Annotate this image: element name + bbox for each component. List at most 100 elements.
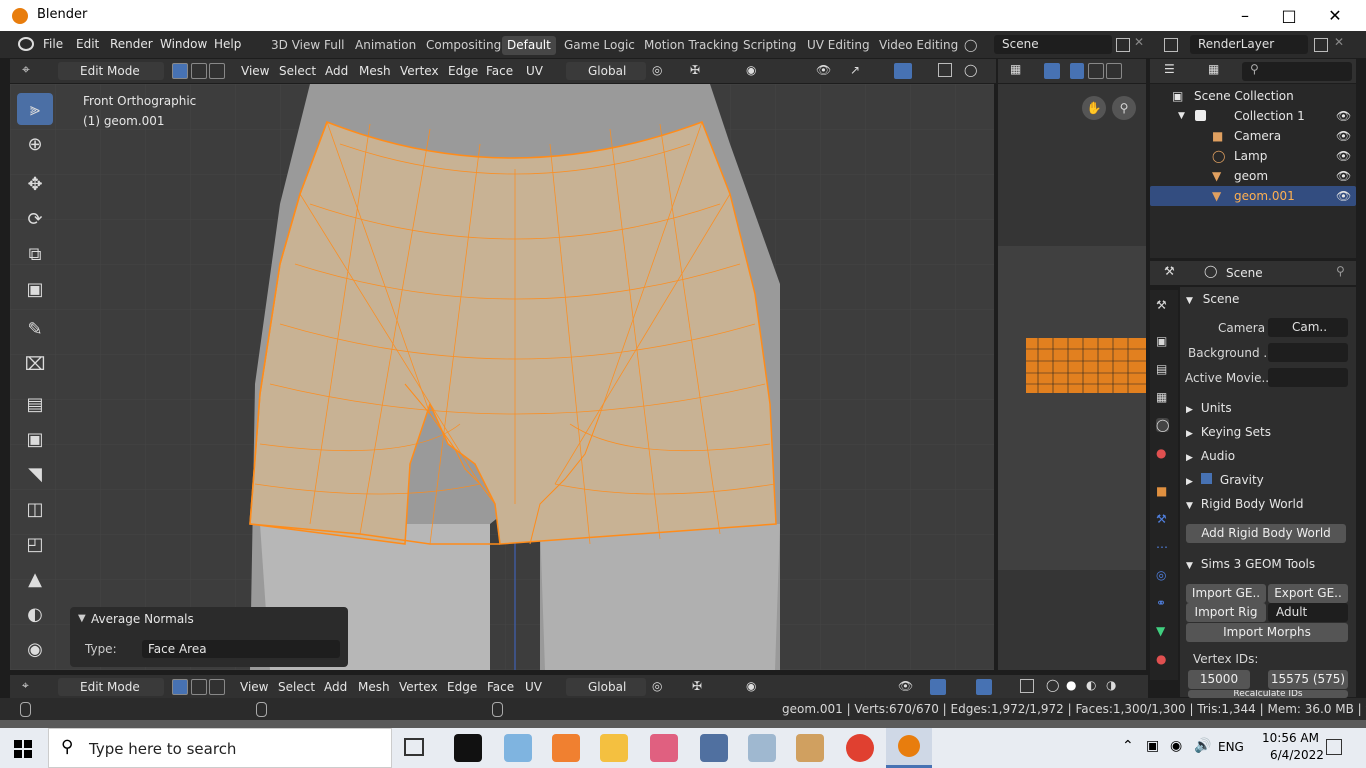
tab-video-editing[interactable]: Video Editing bbox=[874, 36, 963, 55]
blender-taskbar-icon[interactable] bbox=[886, 728, 932, 768]
extrude-tool[interactable]: ▤ bbox=[17, 388, 53, 420]
eye-icon[interactable]: 👁 bbox=[1336, 186, 1351, 206]
inset-tool[interactable]: ▣ bbox=[17, 423, 53, 455]
xray-icon[interactable] bbox=[938, 63, 952, 77]
checkbox-icon[interactable] bbox=[1195, 110, 1206, 121]
tab-animation[interactable]: Animation bbox=[350, 36, 421, 55]
pin-icon[interactable]: ⚲ bbox=[1336, 264, 1345, 278]
3d-viewport[interactable]: Front Orthographic (1) geom.001 ▼ Averag… bbox=[10, 84, 994, 670]
background-field[interactable] bbox=[1268, 343, 1348, 362]
measure-tool[interactable]: ⌧ bbox=[17, 348, 53, 380]
mode-dropdown[interactable]: Edit Mode bbox=[58, 678, 164, 696]
object-tab-icon[interactable]: ■ bbox=[1156, 484, 1167, 498]
eye-icon[interactable]: 👁 bbox=[1336, 166, 1351, 186]
vertex-select-icon[interactable] bbox=[172, 63, 188, 79]
terminal-app-icon[interactable] bbox=[454, 734, 482, 762]
material-shading-icon[interactable]: ◐ bbox=[1086, 678, 1096, 692]
poly-build-tool[interactable]: ▲ bbox=[17, 563, 53, 595]
new-scene-icon[interactable] bbox=[1116, 38, 1130, 52]
menu-window[interactable]: Window bbox=[160, 37, 207, 51]
task-view-icon[interactable] bbox=[404, 738, 424, 756]
calculator-app-icon[interactable] bbox=[700, 734, 728, 762]
world-tab-icon[interactable]: ● bbox=[1156, 446, 1166, 460]
menu-vertex[interactable]: Vertex bbox=[399, 678, 438, 696]
clock-time[interactable]: 10:56 AM bbox=[1262, 731, 1319, 745]
mode-dropdown[interactable]: Edit Mode bbox=[58, 62, 164, 80]
menu-render[interactable]: Render bbox=[110, 37, 153, 51]
outliner-row-lamp[interactable]: ◯ Lamp 👁 bbox=[1150, 146, 1356, 166]
menu-edit[interactable]: Edit bbox=[76, 37, 99, 51]
wifi-icon[interactable]: ◉ bbox=[1170, 738, 1182, 754]
menu-view[interactable]: View bbox=[241, 62, 269, 80]
menu-mesh[interactable]: Mesh bbox=[358, 678, 390, 696]
orientation-dropdown[interactable]: Global bbox=[566, 62, 646, 80]
delete-layer-icon[interactable]: ✕ bbox=[1334, 35, 1344, 49]
uv-editor-type-icon[interactable]: ▦ bbox=[1010, 62, 1021, 76]
edge-select-icon[interactable] bbox=[191, 679, 207, 695]
expand-arrow-icon[interactable]: ▼ bbox=[1178, 106, 1185, 126]
knife-tool[interactable]: ◰ bbox=[17, 528, 53, 560]
menu-mesh[interactable]: Mesh bbox=[359, 62, 391, 80]
scene-tab-icon[interactable]: ◯ bbox=[1156, 418, 1170, 432]
view-layer-icon[interactable] bbox=[1164, 38, 1178, 52]
outliner[interactable]: ▣ Scene Collection ▼ Collection 1 👁 ■ Ca… bbox=[1150, 84, 1356, 258]
physics-tab-icon[interactable]: ◎ bbox=[1156, 568, 1166, 582]
pivot-icon[interactable]: ◎ bbox=[652, 63, 662, 77]
menu-add[interactable]: Add bbox=[325, 62, 348, 80]
material-tab-icon[interactable]: ● bbox=[1156, 652, 1166, 666]
wireframe-shading-icon[interactable]: ◯ bbox=[964, 63, 977, 77]
snap-icon[interactable]: ✠ bbox=[690, 63, 700, 77]
solid-shading-icon[interactable]: ● bbox=[1066, 678, 1076, 692]
render-tab-icon[interactable]: ▣ bbox=[1156, 334, 1167, 348]
menu-edge[interactable]: Edge bbox=[448, 62, 478, 80]
edge-select-icon[interactable] bbox=[191, 63, 207, 79]
menu-select[interactable]: Select bbox=[279, 62, 316, 80]
tab-scripting[interactable]: Scripting bbox=[738, 36, 801, 55]
visibility-icon[interactable]: 👁 bbox=[816, 63, 831, 77]
palette-app-icon[interactable] bbox=[796, 734, 824, 762]
language-indicator[interactable]: ENG bbox=[1218, 740, 1244, 754]
outliner-editor-icon[interactable]: ☰ bbox=[1164, 62, 1175, 76]
uv-canvas[interactable] bbox=[998, 84, 1146, 670]
eye-icon[interactable]: 👁 bbox=[1336, 146, 1351, 166]
panel-sims3-geom-tools[interactable]: ▼ Sims 3 GEOM Tools bbox=[1182, 553, 1352, 575]
chrome-app-icon[interactable] bbox=[846, 734, 874, 762]
tab-default[interactable]: Default bbox=[502, 36, 556, 55]
menu-add[interactable]: Add bbox=[324, 678, 347, 696]
monitor-app-icon[interactable] bbox=[748, 734, 776, 762]
panel-scene-header[interactable]: ▼ Scene bbox=[1182, 288, 1352, 310]
blender-menu-icon[interactable] bbox=[18, 37, 34, 51]
particles-tab-icon[interactable]: ⋯ bbox=[1156, 540, 1168, 554]
output-tab-icon[interactable]: ▤ bbox=[1156, 362, 1167, 376]
outliner-row-geom[interactable]: ▼ geom 👁 bbox=[1150, 166, 1356, 186]
hand-pan-icon[interactable]: ✋ bbox=[1082, 96, 1106, 120]
tab-compositing[interactable]: Compositing bbox=[421, 36, 506, 55]
import-rig-button[interactable]: Import Rig bbox=[1186, 603, 1266, 622]
tray-chevron-icon[interactable]: ⌃ bbox=[1122, 738, 1134, 754]
add-rigid-body-button[interactable]: Add Rigid Body World bbox=[1186, 524, 1346, 543]
proportional-edit-icon[interactable]: ◉ bbox=[746, 679, 756, 693]
eye-icon[interactable]: 👁 bbox=[1336, 106, 1351, 126]
spin-tool[interactable]: ◐ bbox=[17, 598, 53, 630]
tab-motion-tracking[interactable]: Motion Tracking bbox=[639, 36, 743, 55]
outliner-row-scene-collection[interactable]: ▣ Scene Collection bbox=[1150, 86, 1356, 106]
constraints-tab-icon[interactable]: ⚭ bbox=[1156, 596, 1166, 610]
wireframe-shading-icon[interactable]: ◯ bbox=[1046, 678, 1059, 692]
rotate-tool[interactable]: ⟳ bbox=[17, 203, 53, 235]
uv-editor[interactable]: ✋ ⚲ bbox=[998, 84, 1146, 670]
snap-icon[interactable]: ✠ bbox=[692, 679, 702, 693]
windows-start-icon[interactable] bbox=[14, 740, 32, 758]
collapse-arrow-icon[interactable]: ▼ bbox=[78, 613, 86, 624]
rendered-shading-icon[interactable]: ◑ bbox=[1106, 678, 1116, 692]
scene-icon[interactable]: ◯ bbox=[964, 38, 984, 52]
active-movie-field[interactable] bbox=[1268, 368, 1348, 387]
import-geom-button[interactable]: Import GE.. bbox=[1186, 584, 1266, 603]
menu-help[interactable]: Help bbox=[214, 37, 241, 51]
data-tab-icon[interactable]: ▼ bbox=[1156, 624, 1165, 638]
outliner-row-geom001[interactable]: ▼ geom.001 👁 bbox=[1150, 186, 1356, 206]
display-mode-icon[interactable]: ▦ bbox=[1208, 62, 1219, 76]
xray-icon[interactable] bbox=[1020, 679, 1034, 693]
file-explorer-icon[interactable] bbox=[600, 734, 628, 762]
volume-icon[interactable]: 🔊 bbox=[1194, 738, 1211, 754]
new-layer-icon[interactable] bbox=[1314, 38, 1328, 52]
